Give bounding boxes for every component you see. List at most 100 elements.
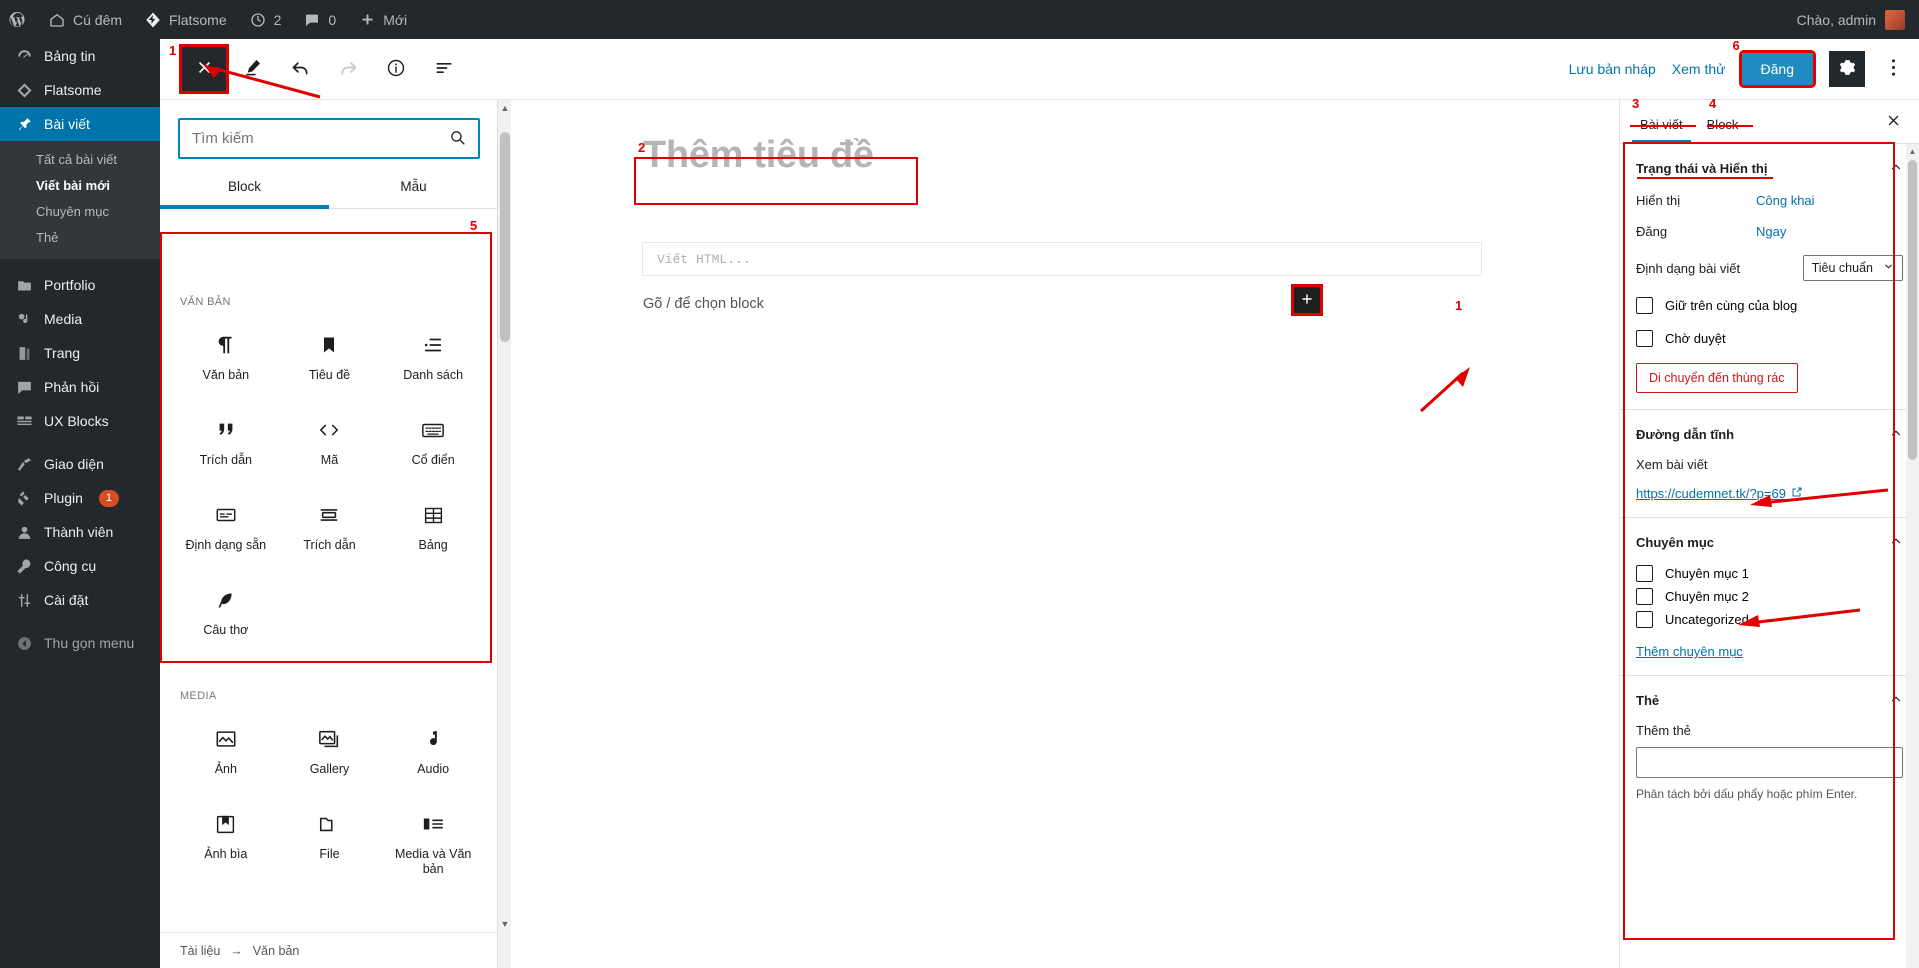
breadcrumb-document[interactable]: Tài liệu xyxy=(180,944,220,958)
panel-header[interactable]: Đường dẫn tĩnh xyxy=(1636,426,1903,443)
block-item-quote[interactable]: Trích dẫn xyxy=(174,399,278,484)
list-view-button[interactable] xyxy=(422,47,466,91)
settings-icon xyxy=(14,592,34,609)
category-checkbox[interactable] xyxy=(1636,611,1653,628)
submenu-item-categories[interactable]: Chuyên mục xyxy=(0,199,160,225)
block-item-cover[interactable]: Ảnh bìa xyxy=(174,793,278,893)
search-input[interactable] xyxy=(192,130,449,147)
details-button[interactable] xyxy=(374,47,418,91)
scrollbar-thumb[interactable] xyxy=(1908,160,1917,460)
block-item-media-text[interactable]: Media và Văn bản xyxy=(381,793,485,893)
tab-patterns[interactable]: Mẫu xyxy=(329,179,498,209)
panel-header[interactable]: Chuyên mục xyxy=(1636,534,1903,551)
sidebar-item-settings[interactable]: Cài đặt xyxy=(0,583,160,617)
tab-block[interactable]: Block xyxy=(160,179,329,209)
close-inserter-button[interactable] xyxy=(179,44,229,94)
sidebar-item-portfolio[interactable]: Portfolio xyxy=(0,268,160,302)
sticky-checkbox[interactable] xyxy=(1636,297,1653,314)
default-block-appender[interactable]: Gõ / để chọn block xyxy=(643,296,764,312)
visibility-row: Hiển thị Công khai xyxy=(1636,193,1903,208)
category-row[interactable]: Chuyên mục 2 xyxy=(1636,588,1903,605)
settings-scrollbar[interactable]: ▲ xyxy=(1906,144,1919,968)
sidebar-item-flatsome[interactable]: Flatsome xyxy=(0,73,160,107)
chevron-up-icon[interactable] xyxy=(1889,534,1903,551)
permalink-url[interactable]: https://cudemnet.tk/?p=69 xyxy=(1636,486,1903,501)
undo-button[interactable] xyxy=(278,47,322,91)
updates-menu[interactable]: 2 xyxy=(238,0,293,39)
scroll-up-arrow-icon[interactable]: ▲ xyxy=(498,100,512,116)
add-block-button[interactable] xyxy=(1291,284,1323,316)
tag-input[interactable] xyxy=(1636,747,1903,778)
block-item-list[interactable]: Danh sách xyxy=(381,314,485,399)
category-row[interactable]: Uncategorized xyxy=(1636,611,1903,628)
block-item-table[interactable]: Bảng xyxy=(381,484,485,569)
account-menu[interactable]: Chào, admin xyxy=(1797,9,1919,30)
redo-button[interactable] xyxy=(326,47,370,91)
chevron-up-icon[interactable] xyxy=(1889,692,1903,709)
tab-block-settings[interactable]: Block xyxy=(1695,117,1751,143)
collapse-label: Thu gọn menu xyxy=(44,635,135,651)
pending-checkbox-row[interactable]: Chờ duyệt xyxy=(1636,330,1903,347)
sidebar-item-media[interactable]: Media xyxy=(0,302,160,336)
site-name-menu[interactable]: Cú đêm xyxy=(37,0,133,39)
search-box[interactable] xyxy=(178,118,480,159)
block-item-gallery[interactable]: Gallery xyxy=(278,708,382,793)
block-item-paragraph[interactable]: Văn bản xyxy=(174,314,278,399)
sidebar-item-pages[interactable]: Trang xyxy=(0,336,160,370)
save-draft-button[interactable]: Lưu bản nháp xyxy=(1569,61,1656,77)
panel-header[interactable]: Thẻ xyxy=(1636,692,1903,709)
sidebar-item-dashboard[interactable]: Bảng tin xyxy=(0,39,160,73)
category-row[interactable]: Chuyên mục 1 xyxy=(1636,565,1903,582)
block-item-classic[interactable]: Cổ điển xyxy=(381,399,485,484)
chevron-up-icon[interactable] xyxy=(1889,160,1903,177)
sidebar-item-comments[interactable]: Phản hồi xyxy=(0,370,160,404)
comments-menu[interactable]: 0 xyxy=(292,0,347,39)
block-item-pullquote[interactable]: Trích dẫn xyxy=(278,484,382,569)
sidebar-item-ux-blocks[interactable]: UX Blocks xyxy=(0,404,160,438)
block-item-audio[interactable]: Audio xyxy=(381,708,485,793)
sidebar-item-users[interactable]: Thành viên xyxy=(0,515,160,549)
theme-menu[interactable]: Flatsome xyxy=(133,0,238,39)
category-checkbox[interactable] xyxy=(1636,565,1653,582)
scroll-down-arrow-icon[interactable]: ▼ xyxy=(498,916,512,932)
submenu-item-all-posts[interactable]: Tất cả bài viết xyxy=(0,147,160,173)
panel-header[interactable]: Trạng thái và Hiển thị xyxy=(1636,160,1903,177)
add-category-link[interactable]: Thêm chuyên mục xyxy=(1636,644,1743,659)
chevron-up-icon[interactable] xyxy=(1889,426,1903,443)
html-block-input[interactable]: Viết HTML... xyxy=(642,242,1482,276)
block-item-preformatted[interactable]: Định dạng sẵn xyxy=(174,484,278,569)
close-sidebar-button[interactable] xyxy=(1876,113,1911,143)
scrollbar-thumb[interactable] xyxy=(500,132,510,342)
category-checkbox[interactable] xyxy=(1636,588,1653,605)
move-to-trash-button[interactable]: Di chuyển đến thùng rác xyxy=(1636,363,1798,393)
publish-value-button[interactable]: Ngay xyxy=(1756,224,1786,239)
pending-checkbox[interactable] xyxy=(1636,330,1653,347)
block-item-heading[interactable]: Tiêu đề xyxy=(278,314,382,399)
edit-tool-button[interactable] xyxy=(230,47,274,91)
new-content-menu[interactable]: Mới xyxy=(347,0,418,39)
preview-button[interactable]: Xem thử xyxy=(1672,61,1726,77)
sticky-checkbox-row[interactable]: Giữ trên cùng của blog xyxy=(1636,297,1903,314)
submenu-item-tags[interactable]: Thẻ xyxy=(0,225,160,251)
post-title-input[interactable]: Thêm tiêu đề xyxy=(637,130,880,181)
sidebar-item-posts[interactable]: Bài viết xyxy=(0,107,160,141)
submenu-item-new-post[interactable]: Viết bài mới xyxy=(0,173,160,199)
visibility-value-button[interactable]: Công khai xyxy=(1756,193,1815,208)
wp-logo-menu[interactable] xyxy=(0,0,37,39)
collapse-menu-button[interactable]: Thu gọn menu xyxy=(0,626,160,660)
scroll-up-arrow-icon[interactable]: ▲ xyxy=(1906,144,1919,159)
sidebar-item-tools[interactable]: Công cụ xyxy=(0,549,160,583)
sidebar-item-plugins[interactable]: Plugin 1 xyxy=(0,481,160,515)
post-format-select[interactable]: Tiêu chuẩn xyxy=(1802,255,1903,281)
sidebar-item-appearance[interactable]: Giao diện xyxy=(0,447,160,481)
inserter-scrollbar[interactable]: ▲ ▼ xyxy=(497,100,511,968)
more-options-button[interactable] xyxy=(1881,47,1905,91)
publish-button[interactable]: Đăng xyxy=(1738,50,1817,88)
block-item-verse[interactable]: Câu thơ xyxy=(174,569,278,654)
settings-toggle-button[interactable] xyxy=(1829,51,1865,87)
breadcrumb-block[interactable]: Văn bản xyxy=(253,944,300,958)
block-item-file[interactable]: File xyxy=(278,793,382,893)
block-item-code[interactable]: Mã xyxy=(278,399,382,484)
block-item-image[interactable]: Ảnh xyxy=(174,708,278,793)
tab-post-settings[interactable]: Bài viết xyxy=(1628,117,1695,144)
